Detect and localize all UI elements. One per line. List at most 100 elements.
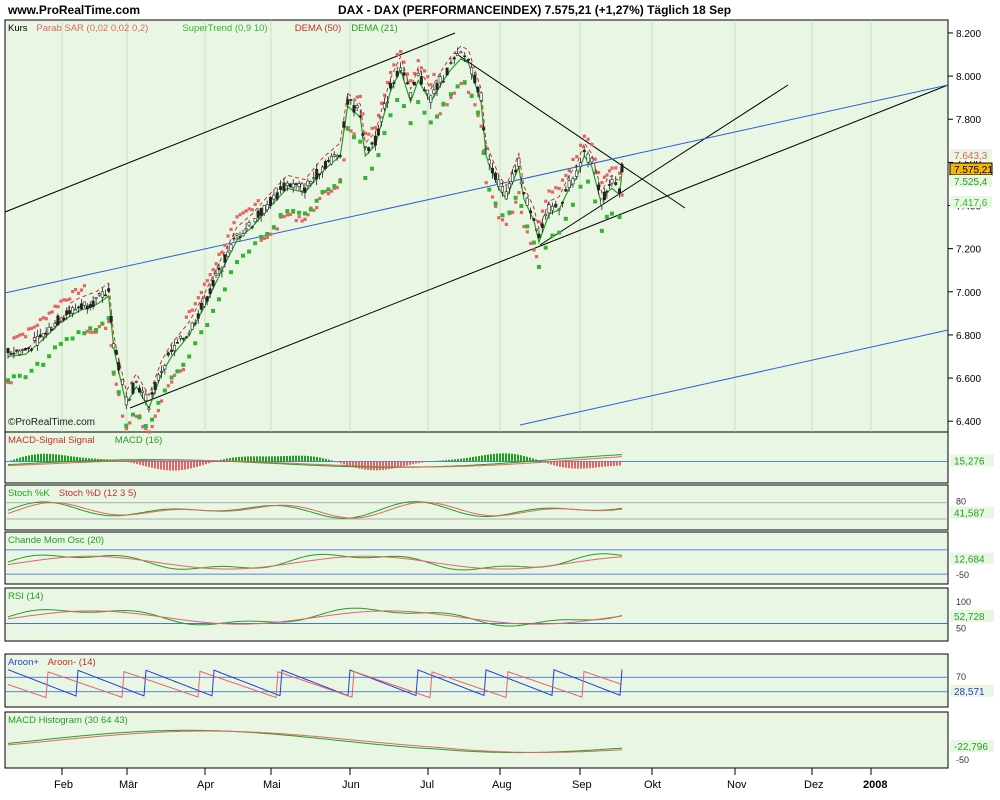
macd-bar bbox=[415, 461, 417, 464]
sar-dot bbox=[153, 414, 157, 418]
candle-body bbox=[416, 72, 420, 76]
macd-bar bbox=[514, 454, 516, 462]
candle-body bbox=[494, 172, 498, 180]
candle-body bbox=[175, 342, 179, 344]
supertrend-dot bbox=[370, 166, 375, 171]
macd-bar bbox=[343, 461, 345, 465]
candle-body bbox=[567, 180, 571, 188]
candle-body bbox=[59, 321, 63, 323]
y-tick-label: 6.400 bbox=[956, 417, 981, 428]
macd-bar bbox=[616, 461, 618, 466]
candle-body bbox=[262, 205, 266, 214]
supertrend-dot bbox=[175, 369, 180, 374]
indicator-right-label: 41,587 bbox=[954, 509, 985, 520]
candle-body bbox=[571, 178, 575, 185]
supertrend-dot bbox=[211, 308, 216, 313]
supertrend-dot bbox=[500, 213, 505, 218]
candle-body bbox=[602, 191, 606, 201]
supertrend-dot bbox=[388, 113, 393, 118]
macd-bar bbox=[274, 456, 276, 462]
sar-dot bbox=[370, 126, 374, 130]
macd-bar bbox=[598, 461, 600, 468]
candle-body bbox=[388, 83, 392, 89]
supertrend-dot bbox=[448, 92, 453, 97]
supertrend-dot bbox=[205, 322, 210, 327]
candle-body bbox=[41, 333, 45, 338]
candle-body bbox=[456, 53, 460, 56]
candle-body bbox=[112, 343, 116, 349]
sar-dot bbox=[409, 79, 413, 83]
supertrend-dot bbox=[609, 211, 614, 216]
supertrend-dot bbox=[297, 210, 302, 215]
candle-body bbox=[473, 74, 477, 84]
candle-body bbox=[575, 170, 579, 177]
macd-bar bbox=[319, 457, 321, 462]
sar-dot bbox=[586, 137, 590, 141]
x-tick-label: Nov bbox=[727, 779, 747, 791]
supertrend-dot bbox=[428, 120, 433, 125]
sar-dot bbox=[32, 325, 37, 329]
macd-bar bbox=[403, 461, 405, 467]
supertrend-dot bbox=[156, 400, 161, 405]
macd-bar bbox=[571, 461, 573, 469]
candle-body bbox=[422, 89, 426, 92]
panel-6 bbox=[4, 711, 949, 769]
macd-bar bbox=[244, 456, 246, 462]
sar-dot bbox=[232, 221, 236, 225]
sar-dot bbox=[269, 232, 273, 236]
macd-bar bbox=[196, 461, 198, 467]
supertrend-dot bbox=[513, 195, 518, 200]
sar-dot bbox=[217, 252, 221, 256]
macd-bar bbox=[466, 457, 468, 462]
macd-bar bbox=[331, 460, 333, 462]
macd-bar bbox=[151, 461, 153, 468]
candle-body bbox=[429, 95, 433, 103]
supertrend-dot bbox=[481, 150, 486, 155]
macd-bar bbox=[262, 456, 264, 462]
sar-dot bbox=[12, 336, 16, 340]
sar-dot bbox=[15, 335, 19, 339]
macd-bar bbox=[181, 461, 183, 471]
sar-dot bbox=[358, 94, 362, 99]
sar-dot bbox=[71, 289, 75, 294]
candle-body bbox=[614, 182, 618, 185]
sar-dot bbox=[459, 81, 463, 86]
sar-dot bbox=[379, 101, 384, 105]
supertrend-dot bbox=[58, 341, 63, 346]
supertrend-dot bbox=[100, 321, 105, 326]
candle-body bbox=[134, 380, 138, 383]
macd-bar bbox=[190, 461, 192, 469]
candle-body bbox=[88, 304, 92, 308]
macd-bar bbox=[592, 461, 594, 468]
macd-bar bbox=[64, 455, 66, 462]
macd-bar bbox=[139, 461, 141, 465]
sar-dot bbox=[24, 335, 28, 339]
supertrend-dot bbox=[395, 98, 400, 103]
supertrend-dot bbox=[241, 253, 246, 258]
candle-body bbox=[223, 254, 227, 263]
macd-bar bbox=[172, 461, 174, 471]
candle-body bbox=[214, 273, 218, 276]
supertrend-dot bbox=[216, 297, 221, 302]
panel-5 bbox=[4, 653, 949, 708]
sar-dot bbox=[525, 230, 529, 234]
macd-bar bbox=[358, 461, 360, 469]
macd-bar bbox=[385, 461, 387, 470]
supertrend-dot bbox=[228, 270, 233, 275]
sar-dot bbox=[160, 399, 164, 403]
legend-label: MACD (16) bbox=[115, 435, 163, 446]
candle-body bbox=[550, 205, 554, 211]
y-tick-label: 6.600 bbox=[956, 374, 981, 385]
indicator-right-label: 12,684 bbox=[954, 554, 985, 565]
macd-bar bbox=[43, 453, 45, 462]
candle-body bbox=[312, 177, 316, 180]
candle-body bbox=[193, 322, 197, 325]
sar-dot bbox=[534, 255, 539, 259]
sar-dot bbox=[285, 213, 290, 217]
candle-body bbox=[211, 279, 215, 287]
candle-body bbox=[47, 326, 51, 334]
candle-body bbox=[68, 310, 72, 315]
supertrend-dot bbox=[234, 260, 239, 265]
supertrend-dot bbox=[23, 375, 28, 380]
macd-bar bbox=[136, 461, 138, 465]
